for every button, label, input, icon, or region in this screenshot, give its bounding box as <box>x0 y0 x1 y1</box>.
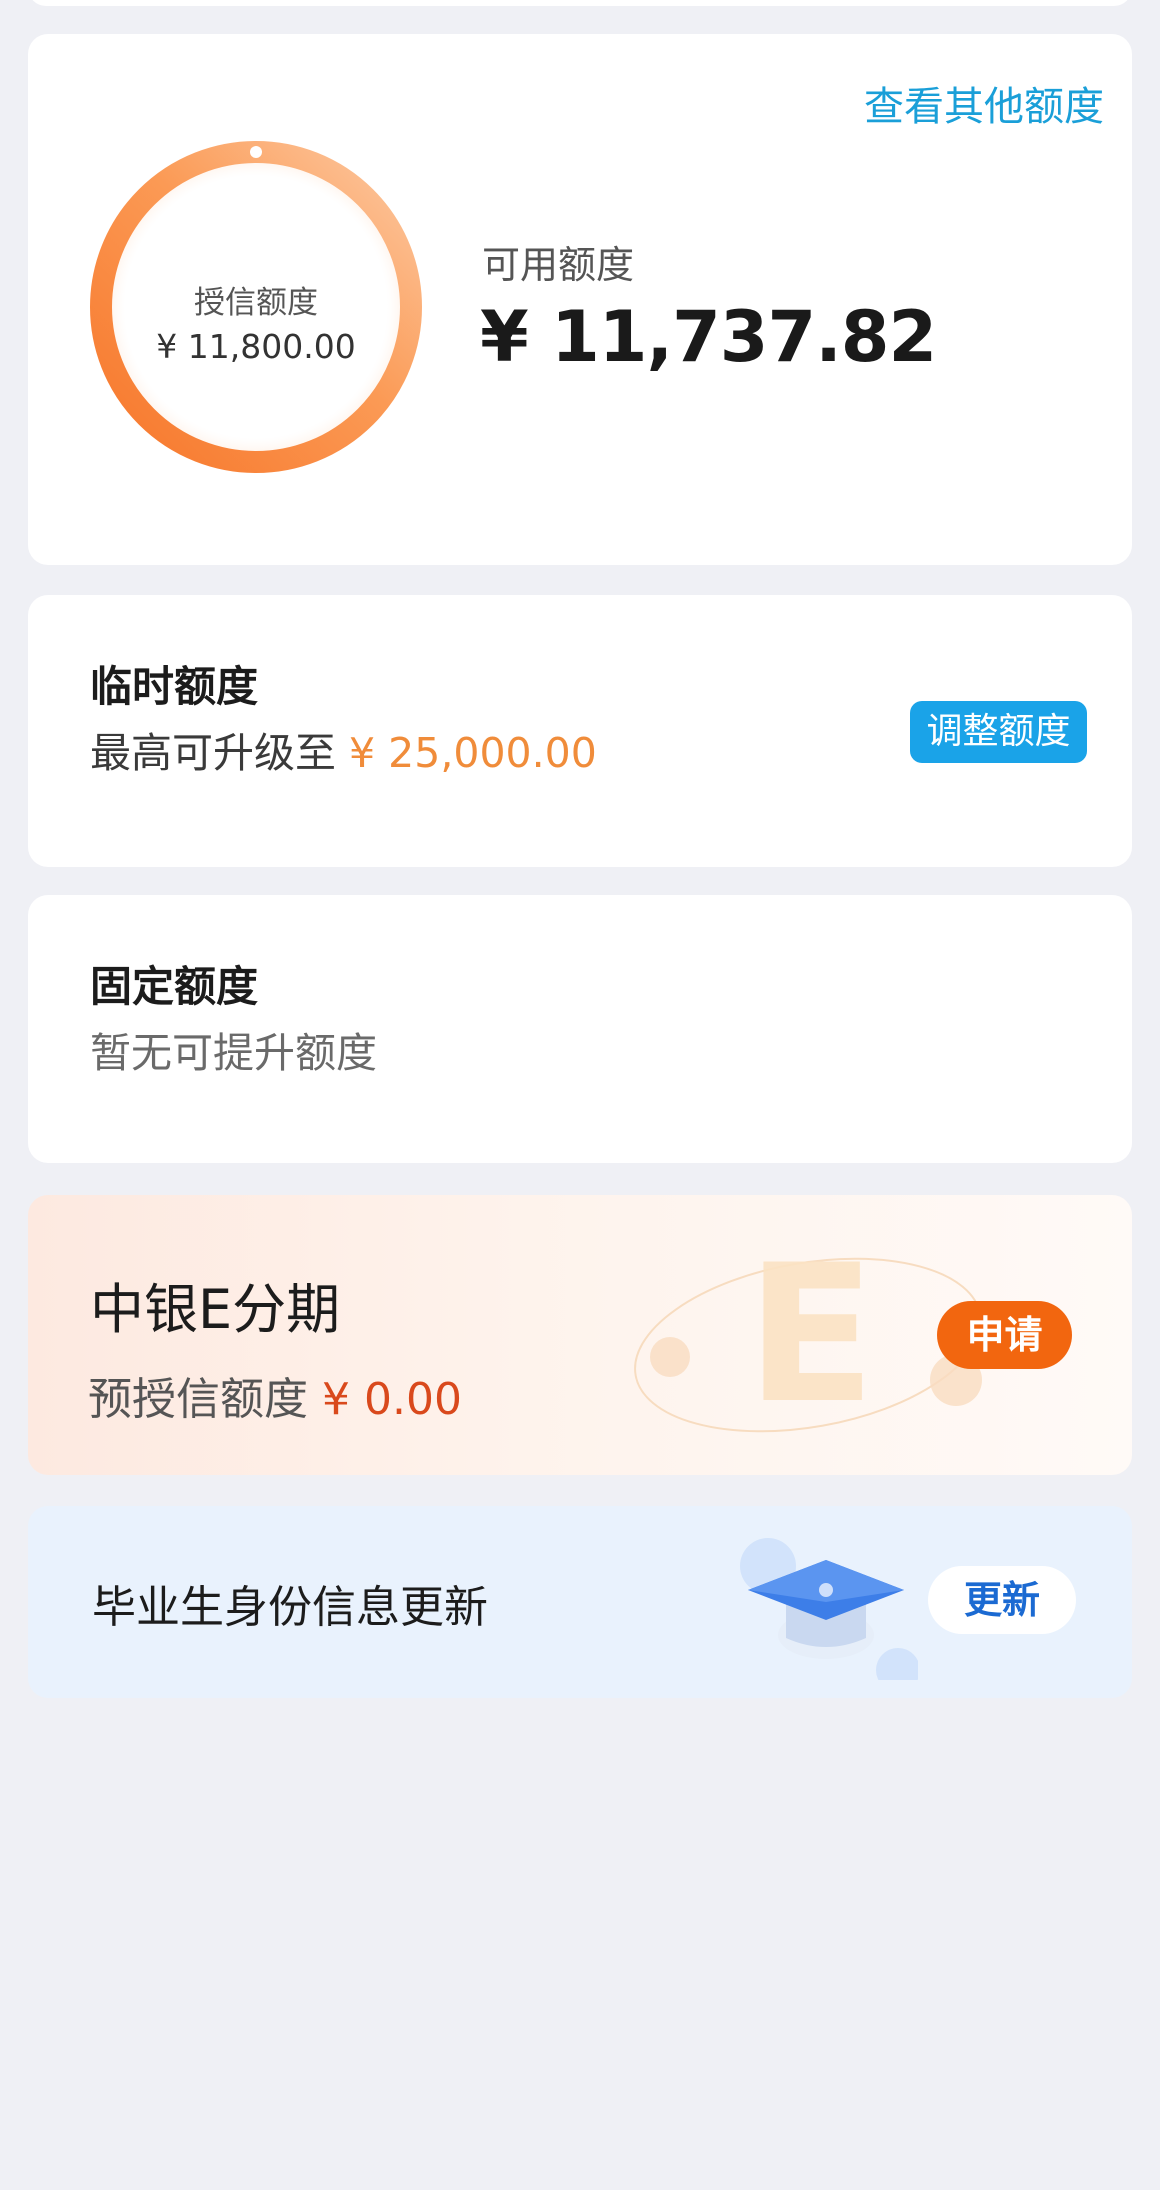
upgrade-prefix: 最高可升级至 <box>90 729 336 777</box>
graduate-info-title: 毕业生身份信息更新 <box>92 1582 488 1633</box>
upgrade-amount: ¥ 25,000.00 <box>349 729 597 777</box>
adjust-limit-button[interactable]: 调整额度 <box>910 701 1087 763</box>
fixed-limit-subtitle: 暂无可提升额度 <box>90 1029 377 1077</box>
credit-limit-value: ¥ 11,800.00 <box>156 327 356 366</box>
available-limit-label: 可用额度 <box>482 243 635 287</box>
pre-credit-label: 预授信额度 <box>88 1374 308 1425</box>
credit-limit-label: 授信额度 <box>194 285 318 321</box>
e-installment-card[interactable]: E 中银E分期 预授信额度 ¥ 0.00 申请 <box>28 1195 1132 1475</box>
view-other-limits-link[interactable]: 查看其他额度 <box>864 74 1104 132</box>
temporary-limit-title: 临时额度 <box>90 662 259 711</box>
e-installment-title: 中银E分期 <box>90 1278 341 1341</box>
pre-credit-amount: ¥ 0.00 <box>322 1374 462 1425</box>
credit-ring: 授信额度 ¥ 11,800.00 <box>86 137 426 477</box>
graduation-cap-icon <box>740 1538 918 1680</box>
graduate-info-card[interactable]: 毕业生身份信息更新 更新 <box>28 1506 1132 1698</box>
apply-button[interactable]: 申请 <box>937 1301 1072 1369</box>
fixed-limit-title: 固定额度 <box>90 962 259 1011</box>
fixed-limit-card: 固定额度 暂无可提升额度 <box>28 895 1132 1163</box>
temporary-limit-subtitle: 最高可升级至 ¥ 25,000.00 <box>90 719 597 779</box>
svg-text:E: E <box>746 1224 876 1445</box>
credit-summary-card: 查看其他额度 授信额度 ¥ 11,800.00 可用额度 ¥ 11,737.82 <box>28 34 1132 565</box>
pre-credit-line: 预授信额度 ¥ 0.00 <box>88 1363 462 1427</box>
available-limit-value: ¥ 11,737.82 <box>480 296 937 378</box>
temporary-limit-card: 临时额度 最高可升级至 ¥ 25,000.00 调整额度 <box>28 595 1132 867</box>
update-button[interactable]: 更新 <box>928 1566 1076 1634</box>
previous-card-edge <box>28 0 1132 6</box>
